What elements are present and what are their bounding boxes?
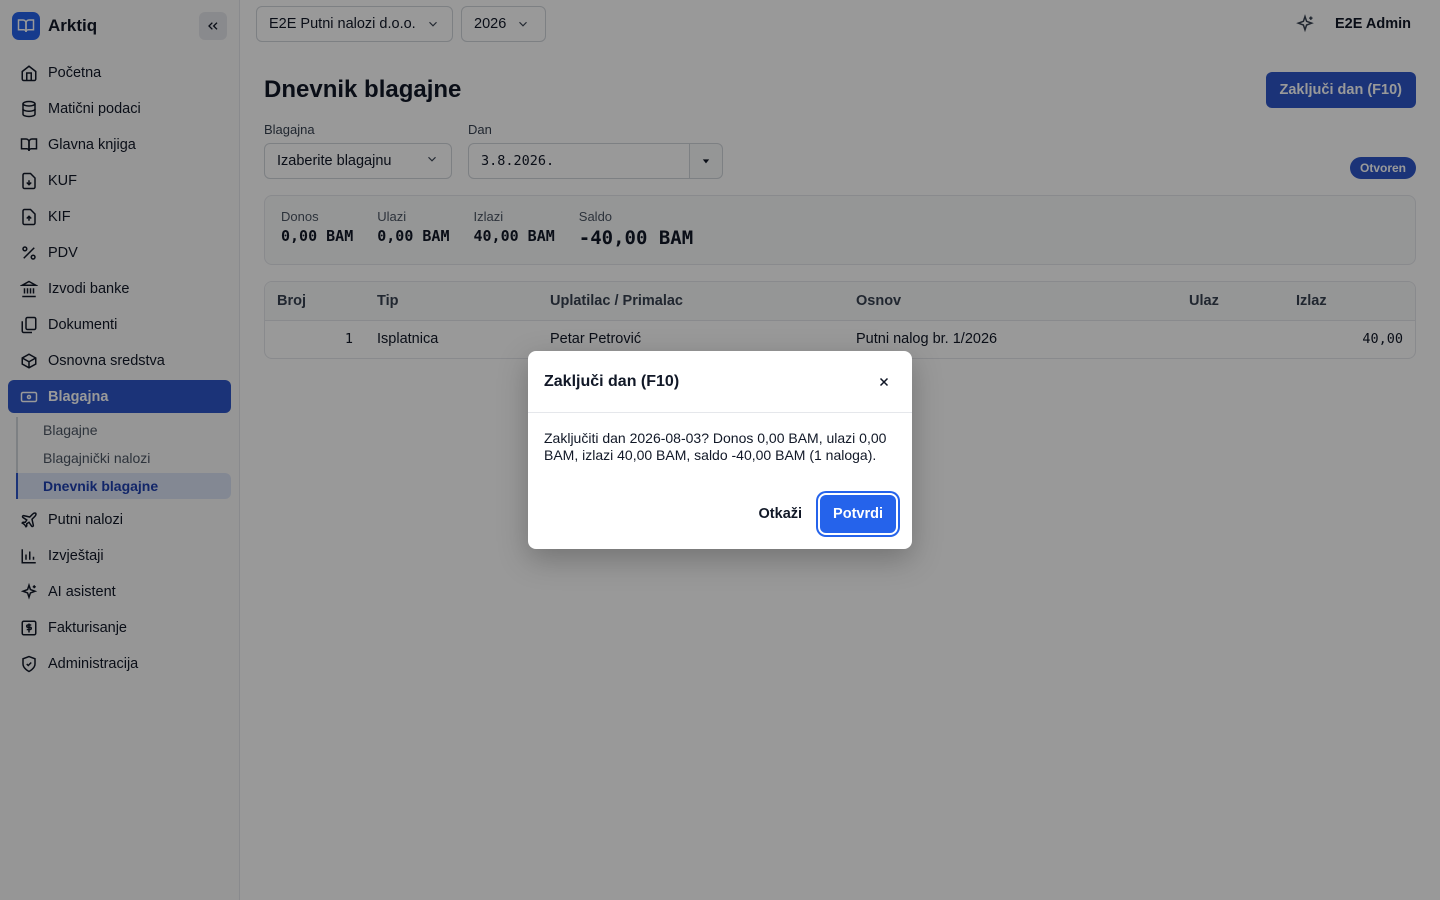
confirm-button[interactable]: Potvrdi <box>820 495 896 533</box>
close-day-dialog: Zaključi dan (F10) Zaključiti dan 2026-0… <box>528 351 912 549</box>
close-icon[interactable] <box>872 370 896 394</box>
cancel-button[interactable]: Otkaži <box>747 496 815 532</box>
dialog-message: Zaključiti dan 2026-08-03? Donos 0,00 BA… <box>544 430 887 463</box>
dialog-title: Zaključi dan (F10) <box>544 372 680 390</box>
